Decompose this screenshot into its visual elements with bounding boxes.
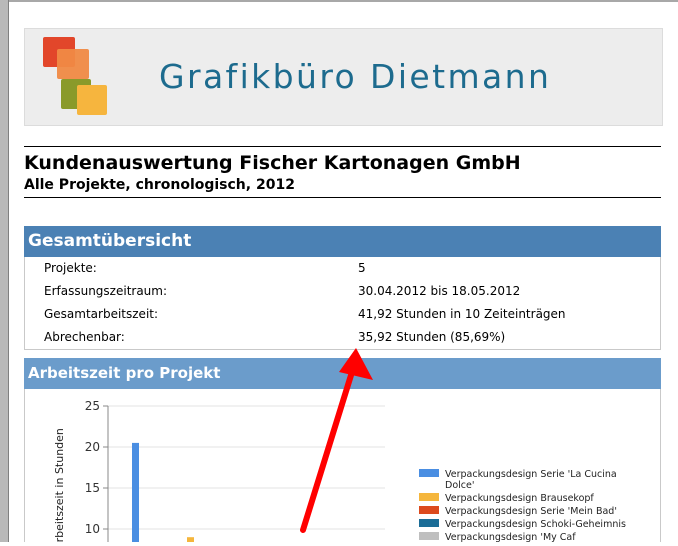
annotation-arrow-layer: [300, 348, 373, 533]
annotation-arrow-shaft: [300, 369, 355, 533]
annotation-arrow-head: [339, 348, 373, 380]
